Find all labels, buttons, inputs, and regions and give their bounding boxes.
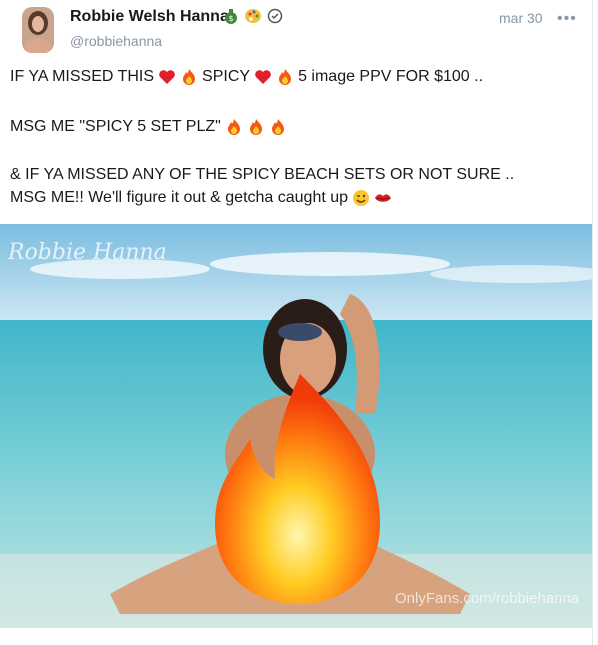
text-segment: IF YA MISSED THIS	[10, 68, 155, 85]
fire-icon	[180, 68, 198, 86]
post-text-line-4: MSG ME!! We'll figure it out & getcha ca…	[10, 189, 392, 207]
fire-icon	[225, 118, 243, 136]
more-options-button[interactable]: •••	[557, 10, 577, 28]
text-segment: 5 image PPV FOR $100 ..	[298, 68, 484, 85]
heart-icon	[158, 68, 176, 86]
text-segment: MSG ME "SPICY 5 SET PLZ"	[10, 118, 221, 135]
post-text-line-1: IF YA MISSED THIS SPICY 5 image PPV FOR …	[10, 68, 483, 86]
post-date[interactable]: mar 30	[499, 10, 543, 26]
palette-icon	[244, 7, 262, 25]
fire-icon	[247, 118, 265, 136]
fire-icon	[269, 118, 287, 136]
text-segment: SPICY	[202, 68, 251, 85]
watermark-url: OnlyFans.com/robbiehanna	[395, 590, 580, 607]
money-bag-icon: $	[222, 7, 240, 25]
post-footer	[0, 628, 592, 645]
watermark-signature: Robbie Hanna	[8, 240, 167, 265]
fire-icon	[276, 68, 294, 86]
avatar[interactable]	[22, 7, 54, 53]
text-segment: MSG ME!! We'll figure it out & getcha ca…	[10, 189, 349, 206]
post-text-line-3: & IF YA MISSED ANY OF THE SPICY BEACH SE…	[10, 166, 514, 184]
svg-text:$: $	[228, 14, 233, 23]
verified-check-icon	[266, 7, 284, 25]
post-text-line-2: MSG ME "SPICY 5 SET PLZ"	[10, 118, 287, 136]
post-card: Robbie Welsh Hanna $ @robbiehanna mar 30…	[0, 0, 593, 645]
author-name[interactable]: Robbie Welsh Hanna	[70, 8, 229, 26]
lips-icon	[374, 189, 392, 207]
author-handle[interactable]: @robbiehanna	[70, 33, 162, 49]
heart-icon	[254, 68, 272, 86]
text-segment: & IF YA MISSED ANY OF THE SPICY BEACH SE…	[10, 166, 515, 183]
post-image[interactable]	[0, 224, 592, 628]
author-badges: $	[222, 7, 284, 25]
wink-icon	[352, 189, 370, 207]
